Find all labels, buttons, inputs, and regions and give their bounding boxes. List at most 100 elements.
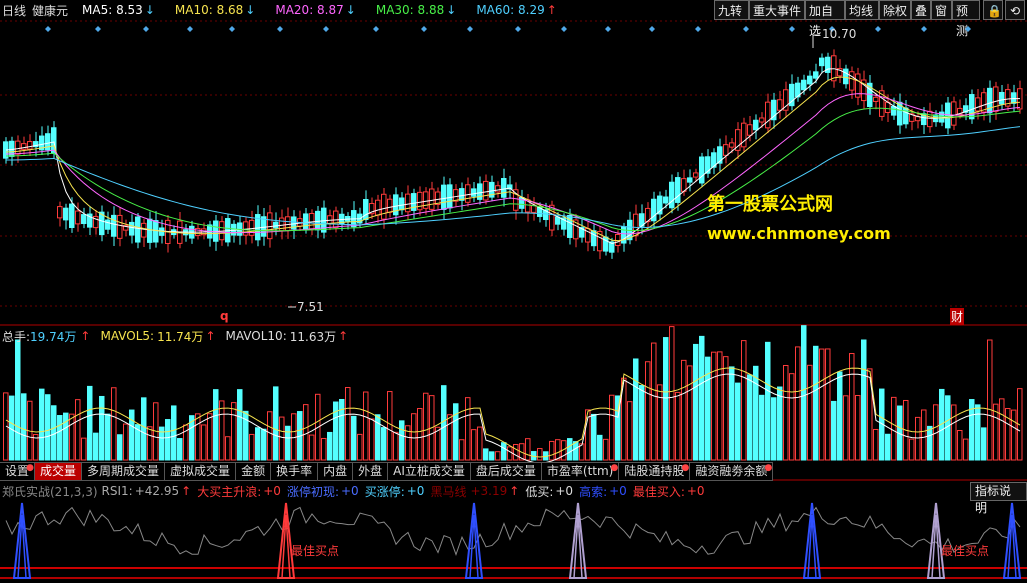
candle-body <box>309 212 315 230</box>
tab-item[interactable]: AI立桩成交量 <box>388 463 471 480</box>
volume-bar <box>435 426 441 461</box>
tab-item[interactable]: 换手率 <box>271 463 319 480</box>
tab-item[interactable]: 融资融劵余额 ● <box>690 463 774 480</box>
volume-bar <box>249 433 255 461</box>
buy-value: +0 <box>263 484 281 498</box>
tab-item[interactable]: 多周期成交量 <box>82 463 166 480</box>
volume-bar <box>807 364 813 461</box>
volume-bar <box>675 391 681 461</box>
diamond-marker <box>373 26 379 32</box>
volume-bar <box>495 451 501 461</box>
volume-bar <box>717 351 723 461</box>
tab-item[interactable]: 内盘 <box>318 463 354 480</box>
volume-bar <box>279 416 285 461</box>
high-price-label: 10.70 <box>822 27 857 41</box>
candle-body <box>321 207 327 233</box>
tab-label: 内盘 <box>323 464 348 478</box>
candle-body <box>285 216 291 232</box>
candle-body <box>69 203 75 229</box>
up-arrow-icon: ↑ <box>181 484 192 498</box>
volume-bar <box>603 438 609 461</box>
diamond-marker <box>965 26 971 32</box>
volume-bar <box>111 387 117 461</box>
candle-body <box>813 71 819 79</box>
volume-bar <box>387 391 393 461</box>
candle-body <box>459 188 465 201</box>
tab-item[interactable]: 陆股通持股 ● <box>619 463 691 480</box>
volume-bar <box>573 441 579 461</box>
candle-body <box>387 198 393 213</box>
volume-bar <box>831 400 837 461</box>
dot-icon: ● <box>26 463 35 473</box>
candle-body <box>849 71 855 91</box>
tab-label: 虚拟成交量 <box>170 464 231 478</box>
signal-spike <box>12 502 32 579</box>
tab-item[interactable]: 成交量 <box>35 463 83 480</box>
tab-item[interactable]: 外盘 <box>353 463 389 480</box>
volume-bar <box>885 433 891 461</box>
tab-item[interactable]: 设置 ● <box>0 463 36 480</box>
volume-bar <box>735 382 741 461</box>
volume-bar <box>921 409 927 461</box>
volume-bar <box>81 437 87 461</box>
rsi1-value: +42.95 <box>134 484 180 498</box>
dot-icon: ● <box>681 463 690 473</box>
tab-item[interactable]: 金额 <box>236 463 272 480</box>
volume-legend: 总手: 19.74万 ↑ MAVOL5: 11.74万 ↑ MAVOL10: 1… <box>2 328 348 344</box>
candle-body <box>63 207 69 221</box>
signal-spike <box>568 502 588 579</box>
diamond-marker <box>277 26 283 32</box>
volume-bar <box>693 343 699 461</box>
diamond-marker <box>789 26 795 32</box>
tab-label: 金额 <box>241 464 266 478</box>
volume-bar <box>453 403 459 461</box>
volume-bar <box>99 395 105 461</box>
candle-body <box>999 91 1005 105</box>
volume-bar <box>975 404 981 461</box>
volume-bar <box>795 346 801 461</box>
candle-body <box>729 142 735 148</box>
candle-body <box>669 181 675 209</box>
volume-bar <box>369 418 375 461</box>
marker-cai: 财 <box>950 308 965 325</box>
volume-bar <box>141 397 147 461</box>
volume-bar <box>75 399 81 461</box>
candle-body <box>81 214 87 225</box>
candle-body <box>375 199 381 216</box>
volume-bar <box>729 366 735 461</box>
tab-item[interactable]: 盘后成交量 <box>471 463 542 480</box>
candle-body <box>441 184 447 210</box>
signal-label-2: 最佳买点 <box>941 544 990 558</box>
volume-bar <box>309 434 315 461</box>
watermark-title: 第一股票公式网 <box>707 194 833 215</box>
volume-bar <box>771 397 777 461</box>
candle-body <box>975 97 981 112</box>
volume-bar <box>63 412 69 461</box>
marker-q: q <box>220 309 229 323</box>
candle-body <box>327 215 333 225</box>
best-label: 最佳买入: <box>632 484 685 499</box>
volume-bar <box>711 351 717 461</box>
candle-body <box>111 214 117 237</box>
tab-item[interactable]: 市盈率(ttm) ● <box>542 463 620 480</box>
tab-item[interactable]: 虚拟成交量 <box>165 463 237 480</box>
candle-body <box>777 99 783 111</box>
explain-button[interactable]: 指标说明 <box>970 482 1027 515</box>
volume-bar <box>459 439 465 461</box>
ma-line <box>5 107 1021 232</box>
candle-body <box>15 140 21 155</box>
volume-bar <box>393 431 399 461</box>
candle-body <box>819 57 825 67</box>
volume-bar <box>567 438 573 461</box>
volume-bar <box>261 428 267 461</box>
gold-label: 高索: <box>579 484 608 499</box>
candle-body <box>117 214 123 239</box>
candle-body <box>747 124 753 136</box>
volume-bar <box>861 339 867 461</box>
volume-bar <box>501 442 507 461</box>
signal-label-1: 最佳买点 <box>291 544 340 558</box>
candle-body <box>885 101 891 113</box>
up-arrow-icon: ↑ <box>509 484 520 498</box>
volume-bar <box>849 353 855 461</box>
volume-bar <box>51 405 57 461</box>
